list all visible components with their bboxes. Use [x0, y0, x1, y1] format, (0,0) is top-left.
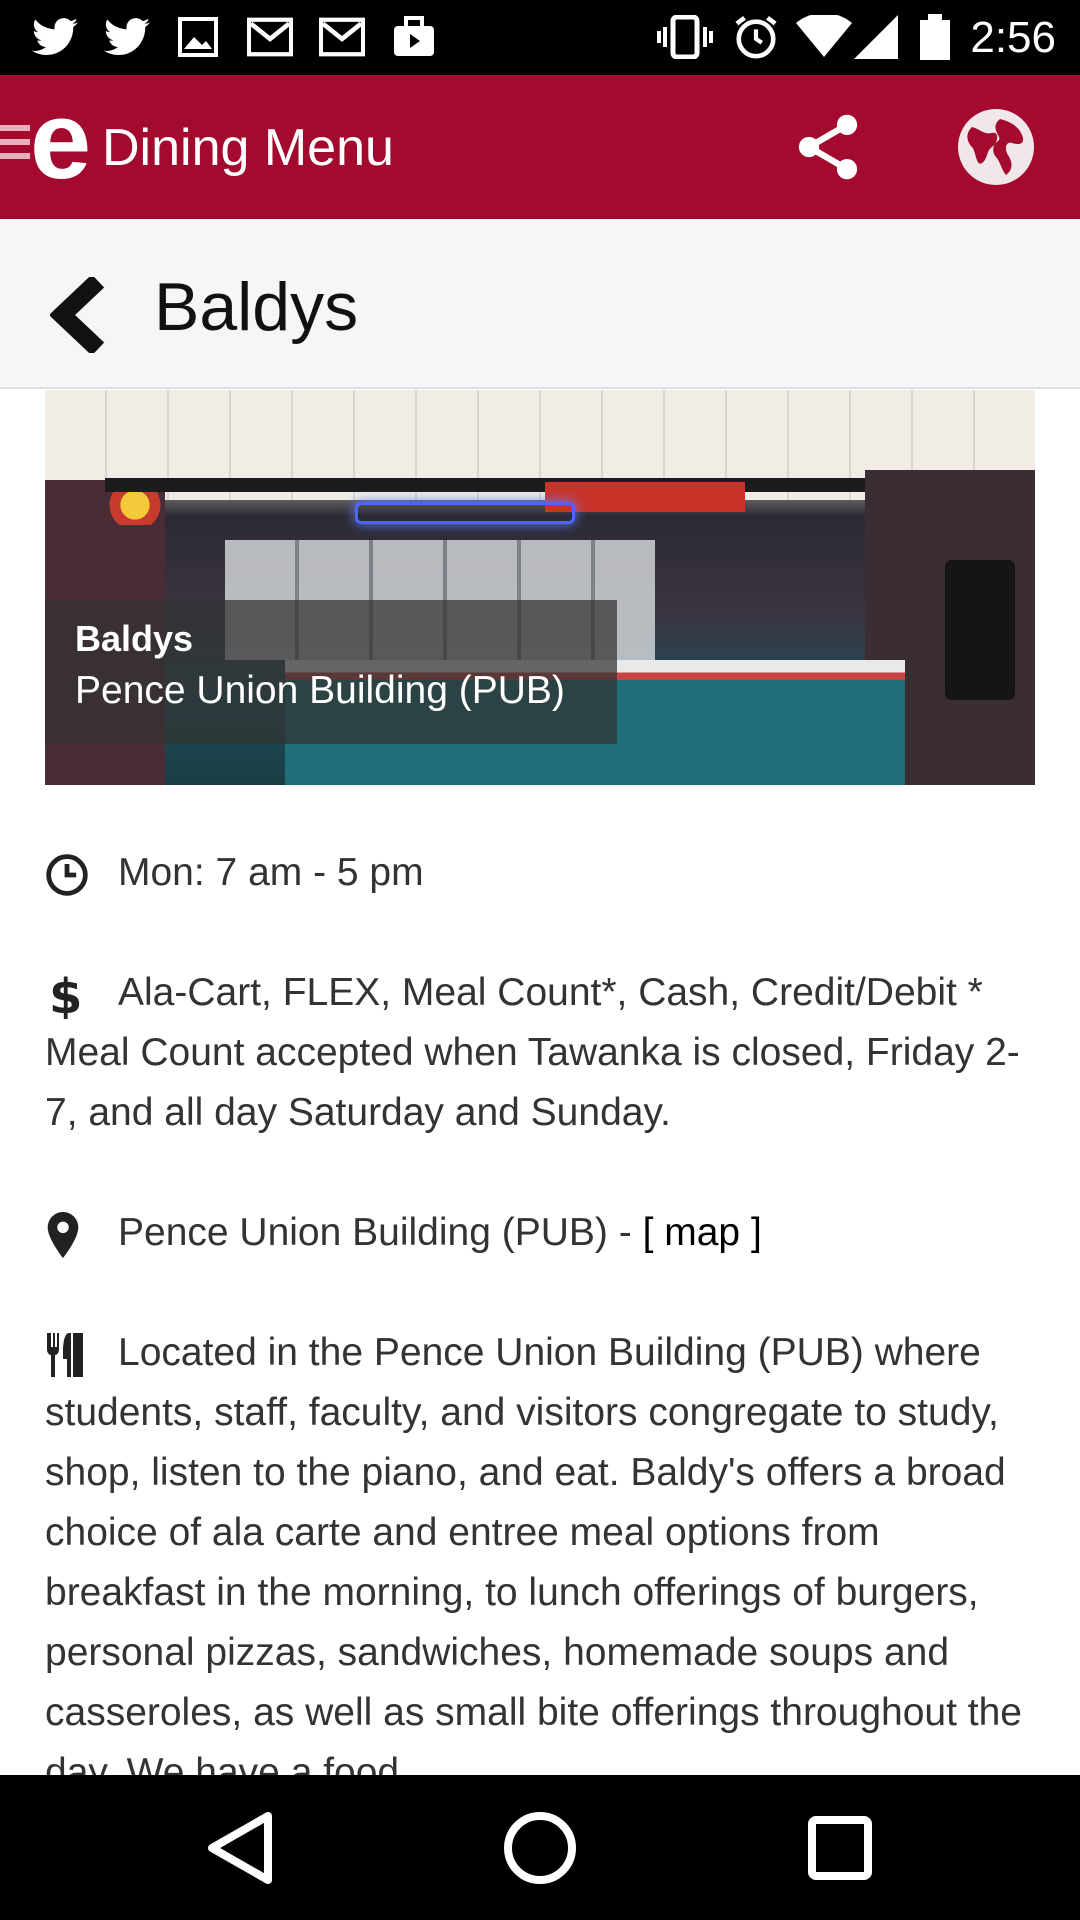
fork-knife-icon: [45, 1332, 118, 1377]
location-text: Pence Union Building (PUB) -: [118, 1211, 643, 1254]
description-text: Located in the Pence Union Building (PUB…: [45, 1331, 1022, 1794]
map-pin-icon: [45, 1211, 118, 1258]
page-title: Baldys: [154, 269, 359, 345]
image-icon: [176, 14, 220, 60]
back-triangle-icon[interactable]: [200, 1810, 280, 1886]
location-row: Pence Union Building (PUB) - [ map ]: [45, 1203, 1035, 1263]
description-row: Located in the Pence Union Building (PUB…: [45, 1323, 1035, 1803]
alarm-icon: [732, 14, 780, 60]
svg-text:$: $: [49, 971, 82, 1019]
battery-icon: [918, 14, 952, 60]
caption-building: Pence Union Building (PUB): [75, 669, 565, 712]
signal-icon: [852, 14, 900, 60]
caption-name: Baldys: [75, 618, 194, 659]
back-chevron-icon[interactable]: [48, 274, 110, 356]
hours-text: Mon: 7 am - 5 pm: [118, 851, 424, 894]
gmail-icon: [318, 14, 366, 60]
twitter-icon: [102, 14, 152, 60]
payment-text: Ala-Cart, FLEX, Meal Count*, Cash, Credi…: [45, 971, 1020, 1134]
app-logo[interactable]: e: [30, 86, 100, 196]
wifi-icon: [796, 14, 852, 60]
app-title: Dining Menu: [102, 119, 394, 177]
location-photo: Baldys Pence Union Building (PUB): [45, 390, 1035, 785]
menu-icon[interactable]: [0, 125, 30, 169]
briefcase-play-icon: [390, 14, 438, 60]
vibrate-icon: [656, 14, 714, 60]
recents-square-icon[interactable]: [800, 1810, 880, 1886]
photo-caption: Baldys Pence Union Building (PUB): [45, 600, 617, 744]
page-header: Baldys: [0, 219, 1080, 389]
share-icon[interactable]: [790, 109, 866, 185]
clock-time: 2:56: [970, 13, 1056, 62]
payment-row: $ Ala-Cart, FLEX, Meal Count*, Cash, Cre…: [45, 963, 1035, 1143]
twitter-icon: [30, 14, 80, 60]
dollar-icon: $: [45, 971, 118, 1019]
globe-icon[interactable]: [956, 107, 1036, 187]
navigation-bar: [0, 1775, 1080, 1920]
home-circle-icon[interactable]: [500, 1810, 580, 1886]
gmail-icon: [246, 14, 294, 60]
status-bar: 2:56: [0, 0, 1080, 75]
hours-row: Mon: 7 am - 5 pm: [45, 843, 1035, 903]
app-bar: e Dining Menu: [0, 75, 1080, 219]
map-link[interactable]: [ map ]: [643, 1211, 762, 1254]
clock-icon: [45, 853, 118, 897]
